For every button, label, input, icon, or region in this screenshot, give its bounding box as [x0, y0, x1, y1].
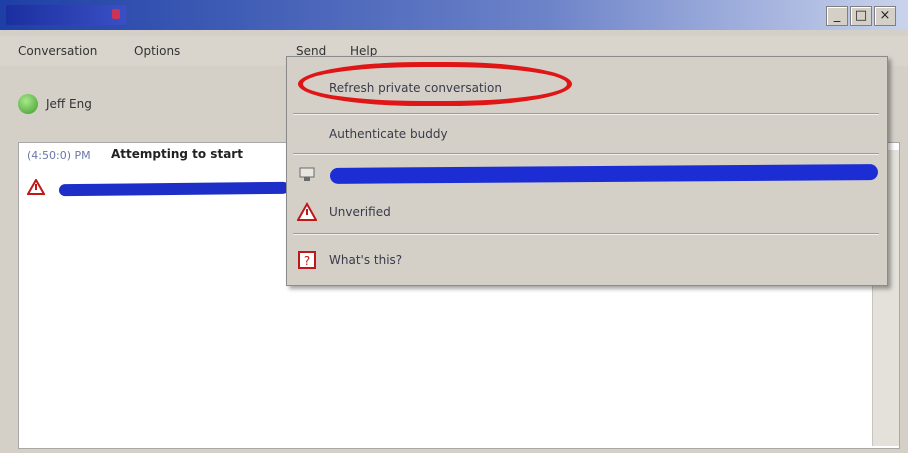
maximize-button[interactable]: □	[850, 6, 872, 26]
window-title	[6, 5, 126, 25]
warning-icon	[27, 179, 45, 195]
menu-options[interactable]: Options	[134, 44, 180, 58]
buddy-icon	[299, 167, 315, 181]
contact-header[interactable]: Jeff Eng	[18, 94, 92, 114]
window-controls: _ □ ×	[826, 6, 896, 26]
log-timestamp: (4:50:0) PM	[27, 149, 91, 162]
menu-item-unverified[interactable]: Unverified	[287, 193, 887, 231]
menu-item-authenticate-buddy[interactable]: Authenticate buddy	[287, 115, 887, 153]
title-bar[interactable]: _ □ ×	[0, 0, 908, 30]
help-icon: ?	[298, 251, 316, 269]
svg-text:?: ?	[304, 254, 310, 268]
menu-item-label: What's this?	[329, 253, 403, 267]
close-button[interactable]: ×	[874, 6, 896, 26]
available-status-icon	[18, 94, 38, 114]
log-message: Attempting to start	[111, 147, 243, 161]
redacted-text	[58, 181, 290, 197]
menu-item-whats-this[interactable]: ? What's this?	[287, 241, 887, 279]
menu-item-label: Authenticate buddy	[329, 127, 448, 141]
menu-separator	[293, 233, 879, 235]
menu-item-label: Unverified	[329, 205, 391, 219]
warning-icon	[297, 202, 317, 221]
menu-conversation[interactable]: Conversation	[18, 44, 97, 58]
red-highlight-annotation	[298, 62, 572, 106]
contact-name: Jeff Eng	[46, 97, 92, 111]
minimize-button[interactable]: _	[826, 6, 848, 26]
